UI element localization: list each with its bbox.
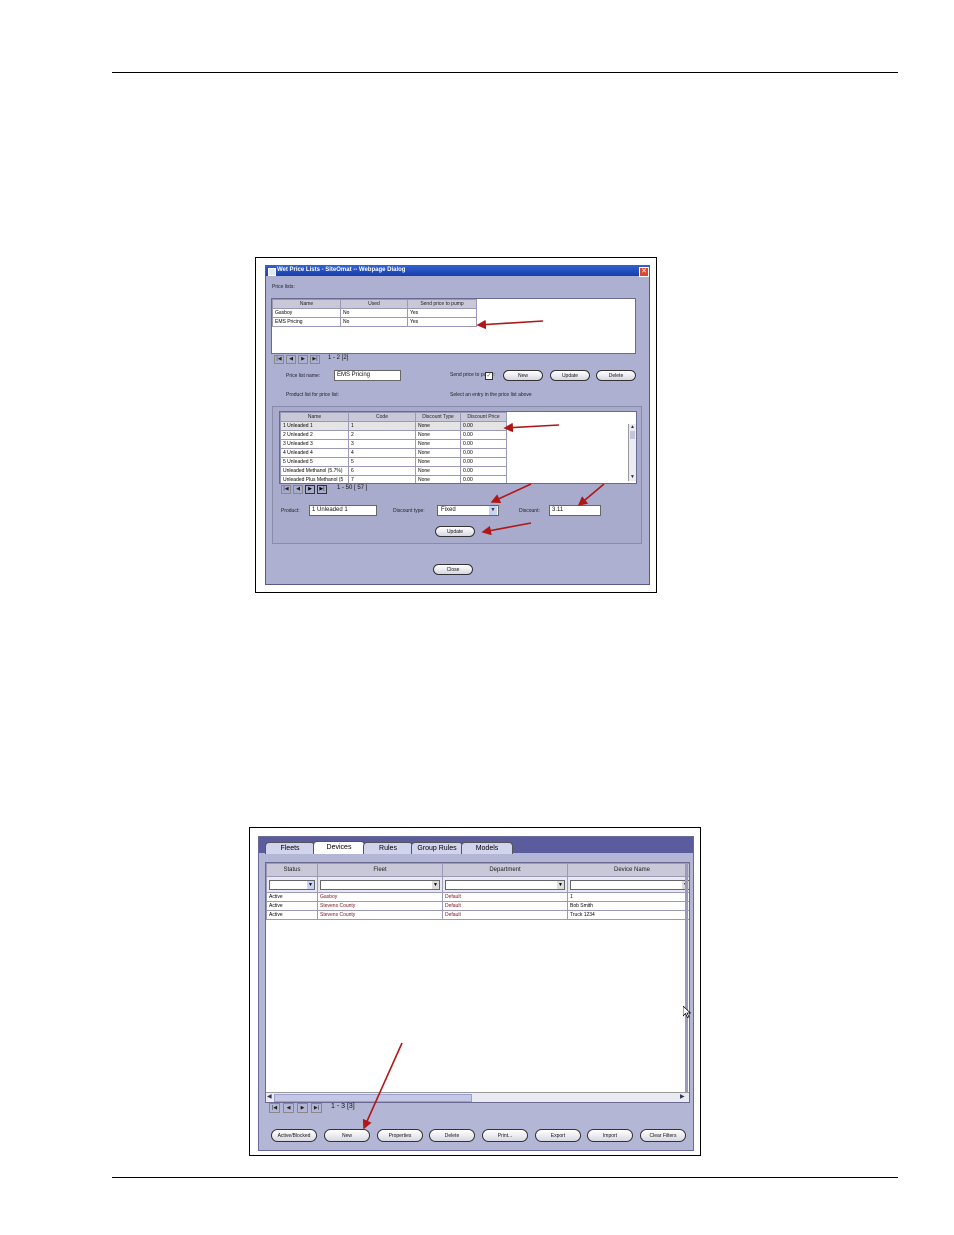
header-rule (112, 72, 898, 73)
arrow-price-row (476, 319, 544, 330)
price-lists-screenshot: Wet Price Lists - SiteOmat -- Webpage Di… (255, 257, 657, 593)
arrow-product-row (503, 422, 560, 433)
annotation-arrows (476, 319, 605, 536)
arrow-discount-type (490, 483, 532, 504)
footer-rule (112, 1177, 898, 1178)
annotation-arrow-new (362, 1042, 403, 1130)
arrow-discount (577, 483, 605, 507)
devices-screenshot: Fleets Devices Rules Group Rules Models … (249, 827, 701, 1156)
arrow-update (481, 522, 532, 536)
